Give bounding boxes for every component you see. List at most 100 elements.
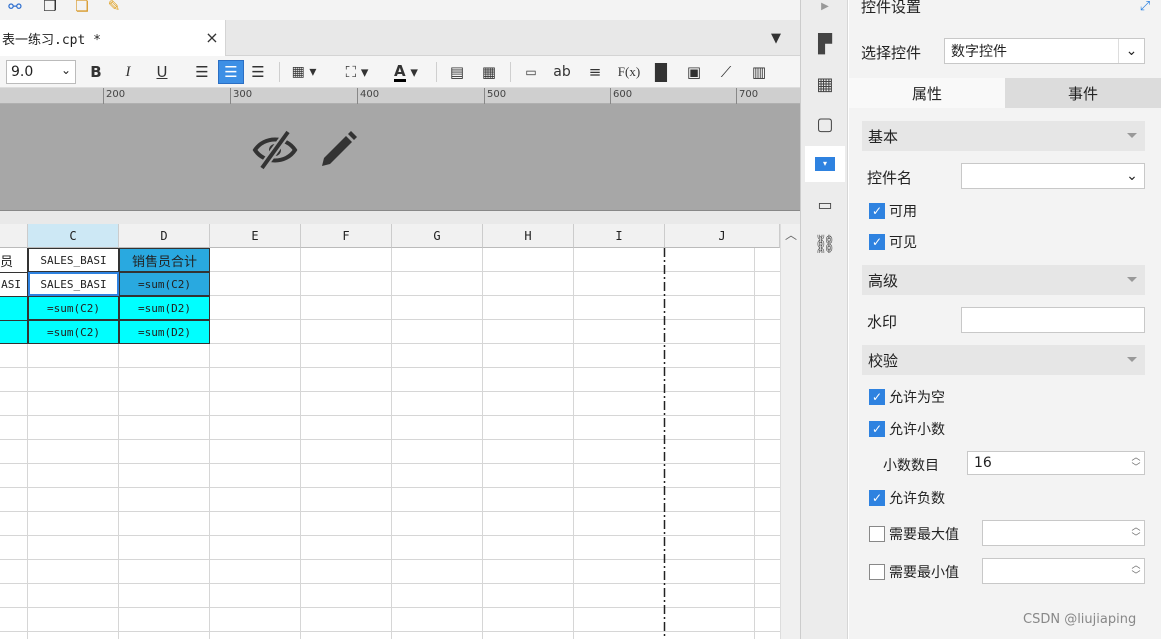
spreadsheet-grid[interactable]: C D E F G H I J 员 SALES_BASI 销售员合计 ASI S… [0, 224, 780, 639]
collapse-icon [1127, 357, 1137, 362]
insert-text-button[interactable]: ab [550, 60, 574, 84]
frame-icon[interactable]: ▢ [813, 112, 837, 136]
format-brush-icon[interactable]: ✎ [104, 0, 124, 16]
cell-d4[interactable]: =sum(D2) [119, 320, 210, 344]
close-icon[interactable]: × [204, 28, 220, 47]
cell-b2[interactable]: ASI [0, 272, 28, 296]
widget-settings-icon[interactable]: ▾ [805, 146, 845, 182]
insert-formula-button[interactable]: F(x) [614, 60, 644, 84]
chevron-down-icon[interactable]: ⌄ [1120, 164, 1144, 188]
tab-properties[interactable]: 属性 [849, 78, 1005, 108]
decimal-digits-label: 小数数目 [883, 458, 939, 474]
share-icon[interactable]: ⚯ [2, 0, 28, 16]
cell-d3[interactable]: =sum(D2) [119, 296, 210, 320]
enabled-checkbox[interactable]: ✓ [869, 203, 885, 219]
stepper-arrows-icon[interactable]: ︿ ﹀ [1128, 559, 1144, 583]
cell-b3[interactable] [0, 296, 28, 320]
need-max-checkbox[interactable] [869, 526, 885, 542]
tab-events[interactable]: 事件 [1005, 78, 1161, 108]
underline-button[interactable]: U [152, 60, 172, 84]
insert-slash-icon[interactable]: ⟋ [714, 60, 738, 84]
chevron-up-icon[interactable]: ︿ [783, 226, 799, 242]
cell-c3[interactable]: =sum(C2) [28, 296, 119, 320]
column-header-b[interactable] [0, 224, 28, 248]
allow-empty-checkbox[interactable]: ✓ [869, 389, 885, 405]
allow-decimal-checkbox[interactable]: ✓ [869, 421, 885, 437]
column-header-f[interactable]: F [301, 224, 392, 248]
merge-cells-icon[interactable]: ▤ [446, 60, 468, 84]
column-header-g[interactable]: G [392, 224, 483, 248]
allow-negative-checkbox[interactable]: ✓ [869, 490, 885, 506]
section-advanced[interactable]: 高级 [862, 265, 1145, 295]
insert-rich-text-icon[interactable]: ≡ [584, 60, 606, 84]
column-header-i[interactable]: I [574, 224, 665, 248]
paste-icon[interactable]: ❏ [72, 0, 92, 16]
watermark-input[interactable] [961, 307, 1145, 333]
hyperlink-icon[interactable]: ⛓ [813, 232, 837, 256]
section-basic[interactable]: 基本 [862, 121, 1145, 151]
insert-image-icon[interactable]: ▣ [682, 60, 706, 84]
column-header-h[interactable]: H [483, 224, 574, 248]
border-icon[interactable]: ▦ ▾ [286, 60, 322, 84]
allow-negative-label: 允许负数 [889, 491, 945, 507]
align-right-icon[interactable]: ☰ [246, 60, 270, 84]
min-value-stepper[interactable]: ︿ ﹀ [982, 558, 1145, 584]
insert-subreport-icon[interactable]: ▥ [748, 60, 770, 84]
widget-name-input[interactable]: ⌄ [961, 163, 1145, 189]
decimal-digits-value: 16 [974, 455, 992, 471]
tab-title: 表一练习.cpt * [2, 32, 101, 48]
italic-button[interactable]: I [118, 60, 138, 84]
max-value-stepper[interactable]: ︿ ﹀ [982, 520, 1145, 546]
column-header-c[interactable]: C [28, 224, 119, 248]
stepper-arrows-icon[interactable]: ︿ ﹀ [1128, 521, 1144, 545]
cell-c4[interactable]: =sum(C2) [28, 320, 119, 344]
condition-attributes-icon[interactable]: ▭ [813, 192, 837, 216]
pencil-icon[interactable] [318, 128, 358, 168]
widget-type-value: 数字控件 [951, 44, 1007, 60]
widget-type-select[interactable]: 数字控件 ⌄ [944, 38, 1145, 64]
parameter-pane[interactable] [0, 104, 800, 211]
need-min-label: 需要最小值 [889, 565, 959, 581]
align-center-icon[interactable]: ☰ [218, 60, 244, 84]
visible-checkbox[interactable]: ✓ [869, 234, 885, 250]
collapse-arrow-icon[interactable]: ▶ [815, 0, 835, 12]
column-header-e[interactable]: E [210, 224, 301, 248]
decimal-digits-stepper[interactable]: 16 ︿ ﹀ [967, 451, 1145, 475]
column-header-d[interactable]: D [119, 224, 210, 248]
eye-off-icon[interactable] [252, 128, 298, 170]
fill-color-icon[interactable]: ⛶ ▾ [338, 60, 376, 84]
enabled-label: 可用 [889, 204, 917, 220]
insert-chart-icon[interactable]: ▐▌ [649, 60, 674, 84]
widget-icon: ▾ [815, 157, 835, 171]
tab-menu-icon[interactable]: ▼ [766, 28, 786, 48]
cell-b1[interactable]: 员 [0, 248, 28, 272]
insert-element-icon[interactable]: ▭ [520, 60, 542, 84]
section-validation[interactable]: 校验 [862, 345, 1145, 375]
tab-report[interactable]: 表一练习.cpt * × [0, 20, 226, 56]
unmerge-cells-icon[interactable]: ▦ [478, 60, 500, 84]
separator [436, 62, 437, 82]
bold-button[interactable]: B [86, 60, 106, 84]
align-left-icon[interactable]: ☰ [190, 60, 214, 84]
ruler-tick [357, 88, 358, 104]
cell-c2[interactable]: SALES_BASI [28, 272, 119, 296]
text-color-icon[interactable]: A ▾ [386, 60, 426, 84]
chevron-down-icon: ⌄ [60, 63, 71, 77]
copy-icon[interactable]: ❐ [40, 0, 60, 16]
stepper-arrows-icon[interactable]: ︿ ﹀ [1128, 452, 1144, 474]
ruler-tick [736, 88, 737, 104]
need-min-checkbox[interactable] [869, 564, 885, 580]
allow-empty-label: 允许为空 [889, 390, 945, 406]
column-header-j[interactable]: J [665, 224, 780, 248]
cell-element-icon[interactable]: ▦ [813, 72, 837, 96]
cell-b4[interactable] [0, 320, 28, 344]
cell-attributes-icon[interactable]: ▛ [813, 32, 837, 56]
cell-c1[interactable]: SALES_BASI [28, 248, 119, 272]
cell-d1[interactable]: 销售员合计 [119, 248, 210, 272]
expand-icon[interactable]: ⤢ [1137, 0, 1153, 14]
font-size-select[interactable]: 9.0 ⌄ [6, 60, 76, 84]
cell-d2[interactable]: =sum(C2) [119, 272, 210, 296]
vertical-scrollbar[interactable]: ︿ [780, 224, 800, 639]
side-icon-bar: ▶ ▛ ▦ ▢ ▾ ▭ ⛓ [800, 0, 848, 639]
section-basic-label: 基本 [868, 127, 899, 146]
